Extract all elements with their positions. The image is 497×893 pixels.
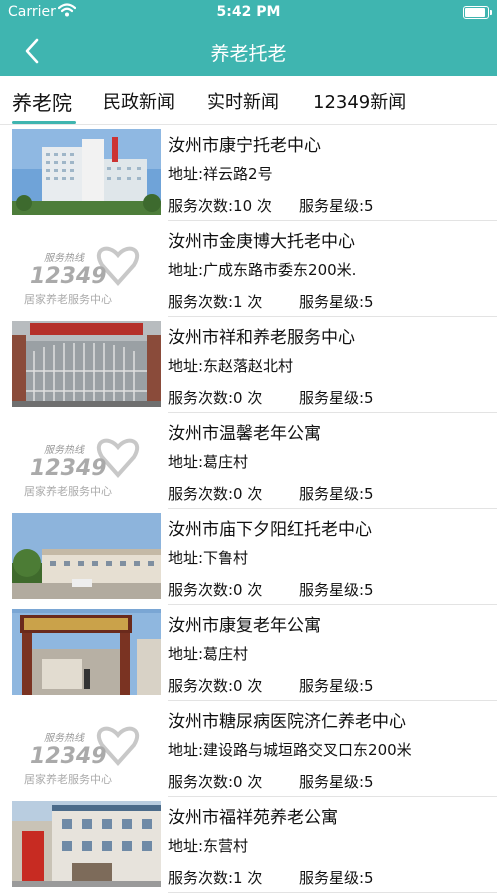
list-item[interactable]: 服务热线 12349 居家养老服务中心 汝州市糖尿病医院济仁养老中心 地址:建设…: [0, 701, 497, 797]
logo-number: 12349: [30, 264, 107, 289]
service-rating: 服务星级:5: [299, 389, 374, 407]
tab-nursing-homes[interactable]: 养老院: [12, 87, 72, 116]
facility-name: 汝州市康复老年公寓: [168, 616, 321, 636]
active-tab-indicator: [12, 121, 76, 124]
facility-address: 地址:葛庄村: [168, 453, 249, 471]
logo-hotline-text: 服务热线: [44, 732, 85, 744]
gate-photo: [12, 321, 161, 407]
facility-address: 地址:东赵落赵北村: [168, 357, 294, 375]
service-count: 服务次数:10 次: [168, 197, 272, 215]
logo-hotline-text: 服务热线: [44, 252, 85, 264]
logo-subtitle: 居家养老服务中心: [24, 484, 112, 498]
status-bar: Carrier 5:42 PM: [0, 0, 497, 26]
hotline-12349-logo: 服务热线 12349 居家养老服务中心: [12, 225, 161, 311]
logo-number: 12349: [30, 456, 107, 481]
facility-name: 汝州市糖尿病医院济仁养老中心: [168, 712, 406, 732]
service-count: 服务次数:1 次: [168, 293, 263, 311]
hotline-12349-logo: 服务热线 12349 居家养老服务中心: [12, 705, 161, 791]
clock: 5:42 PM: [216, 4, 281, 20]
logo-subtitle: 居家养老服务中心: [24, 772, 112, 786]
facility-name: 汝州市温馨老年公寓: [168, 424, 321, 444]
apartment-building-photo: [12, 801, 161, 887]
service-rating: 服务星级:5: [299, 485, 374, 503]
service-count: 服务次数:0 次: [168, 389, 263, 407]
service-rating: 服务星级:5: [299, 869, 374, 887]
facility-name: 汝州市祥和养老服务中心: [168, 328, 355, 348]
logo-hotline-text: 服务热线: [44, 444, 85, 456]
facility-address: 地址:建设路与城垣路交叉口东200米: [168, 741, 412, 759]
facility-name: 汝州市金庚博大托老中心: [168, 232, 355, 252]
service-rating: 服务星级:5: [299, 581, 374, 599]
tab-12349-news[interactable]: 12349新闻: [313, 88, 406, 114]
page-title: 养老托老: [210, 43, 287, 65]
facility-address: 地址:东营村: [168, 837, 249, 855]
service-rating: 服务星级:5: [299, 293, 374, 311]
service-count: 服务次数:0 次: [168, 581, 263, 599]
service-count: 服务次数:1 次: [168, 869, 263, 887]
facility-address: 地址:广成东路市委东200米.: [168, 261, 357, 279]
list-item[interactable]: 汝州市康宁托老中心 地址:祥云路2号 服务次数:10 次 服务星级:5: [0, 125, 497, 221]
facility-address: 地址:葛庄村: [168, 645, 249, 663]
service-count: 服务次数:0 次: [168, 773, 263, 791]
facility-address: 地址:下鲁村: [168, 549, 249, 567]
navigation-bar: 养老托老: [0, 26, 497, 76]
tab-civil-affairs-news[interactable]: 民政新闻: [103, 88, 175, 114]
hospital-building-photo: [12, 129, 161, 215]
list-item[interactable]: 服务热线 12349 居家养老服务中心 汝州市金庚博大托老中心 地址:广成东路市…: [0, 221, 497, 317]
archway-gate-photo: [12, 609, 161, 695]
facility-name: 汝州市康宁托老中心: [168, 136, 321, 156]
facility-name: 汝州市福祥苑养老公寓: [168, 808, 338, 828]
courtyard-building-photo: [12, 513, 161, 599]
service-count: 服务次数:0 次: [168, 677, 263, 695]
list-item[interactable]: 汝州市祥和养老服务中心 地址:东赵落赵北村 服务次数:0 次 服务星级:5: [0, 317, 497, 413]
list-item[interactable]: 汝州市庙下夕阳红托老中心 地址:下鲁村 服务次数:0 次 服务星级:5: [0, 509, 497, 605]
logo-subtitle: 居家养老服务中心: [24, 292, 112, 306]
battery-icon: [463, 6, 492, 19]
service-rating: 服务星级:5: [299, 197, 374, 215]
facility-name: 汝州市庙下夕阳红托老中心: [168, 520, 372, 540]
tab-bar: 养老院 民政新闻 实时新闻 12349新闻: [0, 76, 497, 125]
service-rating: 服务星级:5: [299, 677, 374, 695]
list-item[interactable]: 服务热线 12349 居家养老服务中心 汝州市温馨老年公寓 地址:葛庄村 服务次…: [0, 413, 497, 509]
logo-number: 12349: [30, 744, 107, 769]
tab-realtime-news[interactable]: 实时新闻: [207, 88, 279, 114]
service-count: 服务次数:0 次: [168, 485, 263, 503]
list-item[interactable]: 汝州市康复老年公寓 地址:葛庄村 服务次数:0 次 服务星级:5: [0, 605, 497, 701]
service-rating: 服务星级:5: [299, 773, 374, 791]
hotline-12349-logo: 服务热线 12349 居家养老服务中心: [12, 417, 161, 503]
list-item[interactable]: 汝州市福祥苑养老公寓 地址:东营村 服务次数:1 次 服务星级:5: [0, 797, 497, 893]
facility-address: 地址:祥云路2号: [168, 165, 273, 183]
